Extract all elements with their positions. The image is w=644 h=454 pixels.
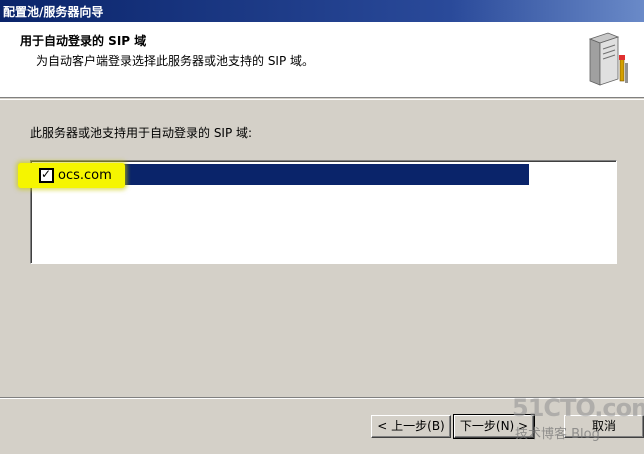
title-bar[interactable]: 配置池/服务器向导: [0, 0, 644, 22]
wizard-header: 用于自动登录的 SIP 域 为自动客户端登录选择此服务器或池支持的 SIP 域。: [0, 22, 644, 98]
header-separator: [0, 99, 644, 100]
watermark-sub: 技术博客 Blog: [515, 427, 600, 442]
header-title: 用于自动登录的 SIP 域: [20, 34, 147, 48]
window-title: 配置池/服务器向导: [3, 5, 104, 19]
list-prompt: 此服务器或池支持用于自动登录的 SIP 域:: [30, 126, 253, 140]
checkmark-icon: ✓: [41, 167, 52, 181]
back-button[interactable]: < 上一步(B): [371, 415, 451, 438]
list-item-label[interactable]: ocs.com: [58, 168, 112, 183]
domain-checkbox[interactable]: ✓: [39, 167, 54, 183]
header-subtitle: 为自动客户端登录选择此服务器或池支持的 SIP 域。: [36, 54, 315, 68]
watermark-site: 51CTO.com: [512, 394, 644, 422]
server-tools-icon: [588, 32, 628, 86]
wizard-window: 配置池/服务器向导 用于自动登录的 SIP 域 为自动客户端登录选择此服务器或池…: [0, 0, 644, 454]
